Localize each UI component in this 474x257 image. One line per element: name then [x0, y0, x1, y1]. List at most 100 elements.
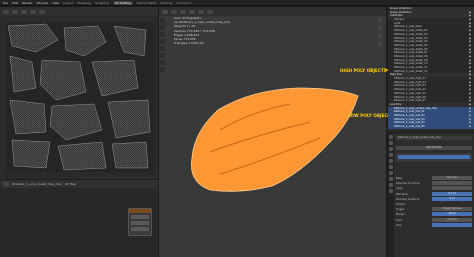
- outliner-item-label: Rhitacle_h_uvlp_high_01: [394, 77, 426, 81]
- margin-field[interactable]: 16 px: [432, 212, 472, 217]
- node-field[interactable]: [131, 215, 149, 219]
- mesh-object[interactable]: [180, 82, 360, 194]
- tab-animation[interactable]: Animation: [176, 1, 191, 5]
- viewport-editor-type[interactable]: [162, 9, 168, 14]
- annotate-tool-icon[interactable]: [160, 60, 165, 65]
- outliner-item-label: Rhitacle_h_uvlp_low_05: [394, 125, 425, 128]
- outliner-item-label: High Poly: [390, 73, 403, 77]
- outliner-item-label: Rhitacle_h_uvlp_detail_01: [394, 29, 428, 33]
- outliner-item-label: Rhitacle_h_uvlp_detail_12: [394, 69, 428, 73]
- object-tab-icon[interactable]: [389, 165, 393, 169]
- node-field[interactable]: [131, 221, 149, 225]
- menu-edit[interactable]: Edit: [12, 1, 18, 5]
- stat-triangles: Triangles 1,548,116: [174, 41, 204, 46]
- margin-type-select[interactable]: Extend: [432, 217, 472, 222]
- outliner-item[interactable]: Rhitacle_h_uvlp_low_05 ◉: [388, 125, 474, 129]
- select-menu-button[interactable]: [21, 9, 27, 14]
- world-tab-icon[interactable]: [389, 159, 393, 163]
- scene-tab-icon[interactable]: [389, 153, 393, 157]
- image-menu-button[interactable]: [30, 9, 36, 14]
- camera-view-icon[interactable]: [378, 34, 383, 39]
- tab-shading[interactable]: Shading: [160, 1, 172, 5]
- view-menu[interactable]: [180, 9, 186, 14]
- select-tool-icon[interactable]: [160, 18, 165, 23]
- object-mode-dropdown[interactable]: [171, 9, 177, 14]
- node-editor-type-button[interactable]: [3, 182, 9, 186]
- tool-tab-icon[interactable]: [389, 135, 393, 139]
- outliner-item-label: Rhitacle_h_uvlp_noded_map_lmp: [394, 106, 437, 110]
- outliner-item-label: Rhitacle_h_uvlp_base: [394, 25, 422, 29]
- outliner-item-label: Rhitacle_h_uvlp_detail_02: [394, 32, 428, 36]
- rotate-tool-icon[interactable]: [160, 39, 165, 44]
- node-editor-uvmap-label: UV Map: [64, 182, 77, 186]
- object-name-field[interactable]: Rhitacle_h_uvlp_noded_map_lmp: [396, 136, 472, 140]
- size-field[interactable]: [432, 222, 472, 227]
- outliner-list: Scene Collection ◉ Collection ◉ Camera ◉ Light…: [388, 10, 474, 129]
- outliner-item-label: Rhitacle_h_uvlp_high_05: [394, 91, 426, 95]
- tab-modeling[interactable]: Modeling: [77, 1, 91, 5]
- properties-tabs: [388, 133, 394, 257]
- viewport-toolbar: [160, 18, 166, 78]
- cursor-tool-icon[interactable]: [160, 25, 165, 30]
- image-texture-node[interactable]: [128, 208, 152, 236]
- extrusion-field[interactable]: 0.1 m: [432, 191, 472, 196]
- pan-hand-icon[interactable]: [378, 26, 383, 31]
- object-menu[interactable]: [207, 9, 213, 14]
- outliner-item-label: Rhitacle_h_uvlp_low_02: [394, 113, 425, 117]
- render-tab-icon[interactable]: [389, 141, 393, 145]
- outliner-item-label: Rhitacle_h_uvlp_high_07: [394, 99, 426, 103]
- modifier-wrench-icon[interactable]: [389, 171, 393, 175]
- outliner-item-label: Rhitacle_h_uvlp_detail_05: [394, 43, 428, 47]
- node-editor-object-label: Rhitacle_h_uvlp_noded_map_lmp: [12, 182, 62, 186]
- zoom-icon[interactable]: [378, 18, 383, 23]
- outliner-item-label: Rhitacle_h_uvlp_detail_04: [394, 40, 428, 44]
- transform-tool-icon[interactable]: [160, 53, 165, 58]
- navigation-gizmos: [378, 18, 383, 47]
- scale-tool-icon[interactable]: [160, 46, 165, 51]
- uv-editor-header: [0, 7, 158, 16]
- output-tab-icon[interactable]: [389, 147, 393, 151]
- menu-help[interactable]: Help: [52, 1, 59, 5]
- outliner-panel: Scene Collection Scene Collection ◉ Collec…: [388, 7, 474, 132]
- physics-tab-icon[interactable]: [389, 183, 393, 187]
- tab-uv-editing[interactable]: UV Editing: [113, 0, 133, 5]
- menu-window[interactable]: Window: [37, 1, 49, 5]
- particles-tab-icon[interactable]: [389, 177, 393, 181]
- visibility-eye-icon[interactable]: ◉: [469, 125, 471, 129]
- uv-layout-canvas[interactable]: [6, 22, 154, 172]
- target-select[interactable]: Image Textures: [432, 207, 472, 212]
- menu-render[interactable]: Render: [22, 1, 33, 5]
- viewport-header: [159, 7, 386, 16]
- outliner-item-label: Rhitacle_h_uvlp_detail_10: [394, 62, 428, 66]
- outliner-item-label: Rhitacle_h_uvlp_detail_06: [394, 47, 428, 51]
- add-menu[interactable]: [198, 9, 204, 14]
- max-ray-distance-field[interactable]: 0 m: [432, 196, 472, 201]
- move-tool-icon[interactable]: [160, 32, 165, 37]
- modifier-active-field[interactable]: [398, 155, 470, 159]
- node-header-strip: [129, 209, 151, 213]
- selected-to-active-checkbox[interactable]: [432, 181, 472, 186]
- add-modifier-button[interactable]: Add Modifier: [396, 146, 472, 150]
- outliner-item-label: Low Poly: [390, 102, 402, 106]
- cage-checkbox[interactable]: [432, 186, 472, 191]
- tab-layout[interactable]: Layout: [63, 1, 73, 5]
- outliner-item-label: Rhitacle_h_uvlp_high_03: [394, 84, 426, 88]
- editor-type-button[interactable]: [3, 9, 9, 14]
- perspective-grid-icon[interactable]: [378, 42, 383, 47]
- tab-sculpting[interactable]: Sculpting: [95, 1, 109, 5]
- menu-file[interactable]: File: [3, 1, 8, 5]
- material-tab-icon[interactable]: [389, 189, 393, 193]
- outliner-item-label: Rhitacle_h_uvlp_detail_09: [394, 58, 428, 62]
- outliner-item-label: Rhitacle_h_uvlp_detail_11: [394, 66, 428, 69]
- select-menu[interactable]: [189, 9, 195, 14]
- measure-tool-icon[interactable]: [160, 67, 165, 72]
- annotation-high-poly: HIGH POLY OBJECTS: [340, 68, 387, 73]
- uv-menu-button[interactable]: [39, 9, 45, 14]
- outliner-item-label: Rhitacle_h_uvlp_high_02: [394, 80, 426, 84]
- bake-type-select[interactable]: Normal: [432, 176, 472, 180]
- node-field[interactable]: [131, 227, 149, 231]
- top-menu-bar: File Edit Render Window Help Layout Mode…: [0, 0, 474, 6]
- tab-texture-paint[interactable]: Texture Paint: [137, 1, 156, 5]
- view-menu-button[interactable]: [12, 9, 18, 14]
- mesh-wireframe: [191, 88, 358, 192]
